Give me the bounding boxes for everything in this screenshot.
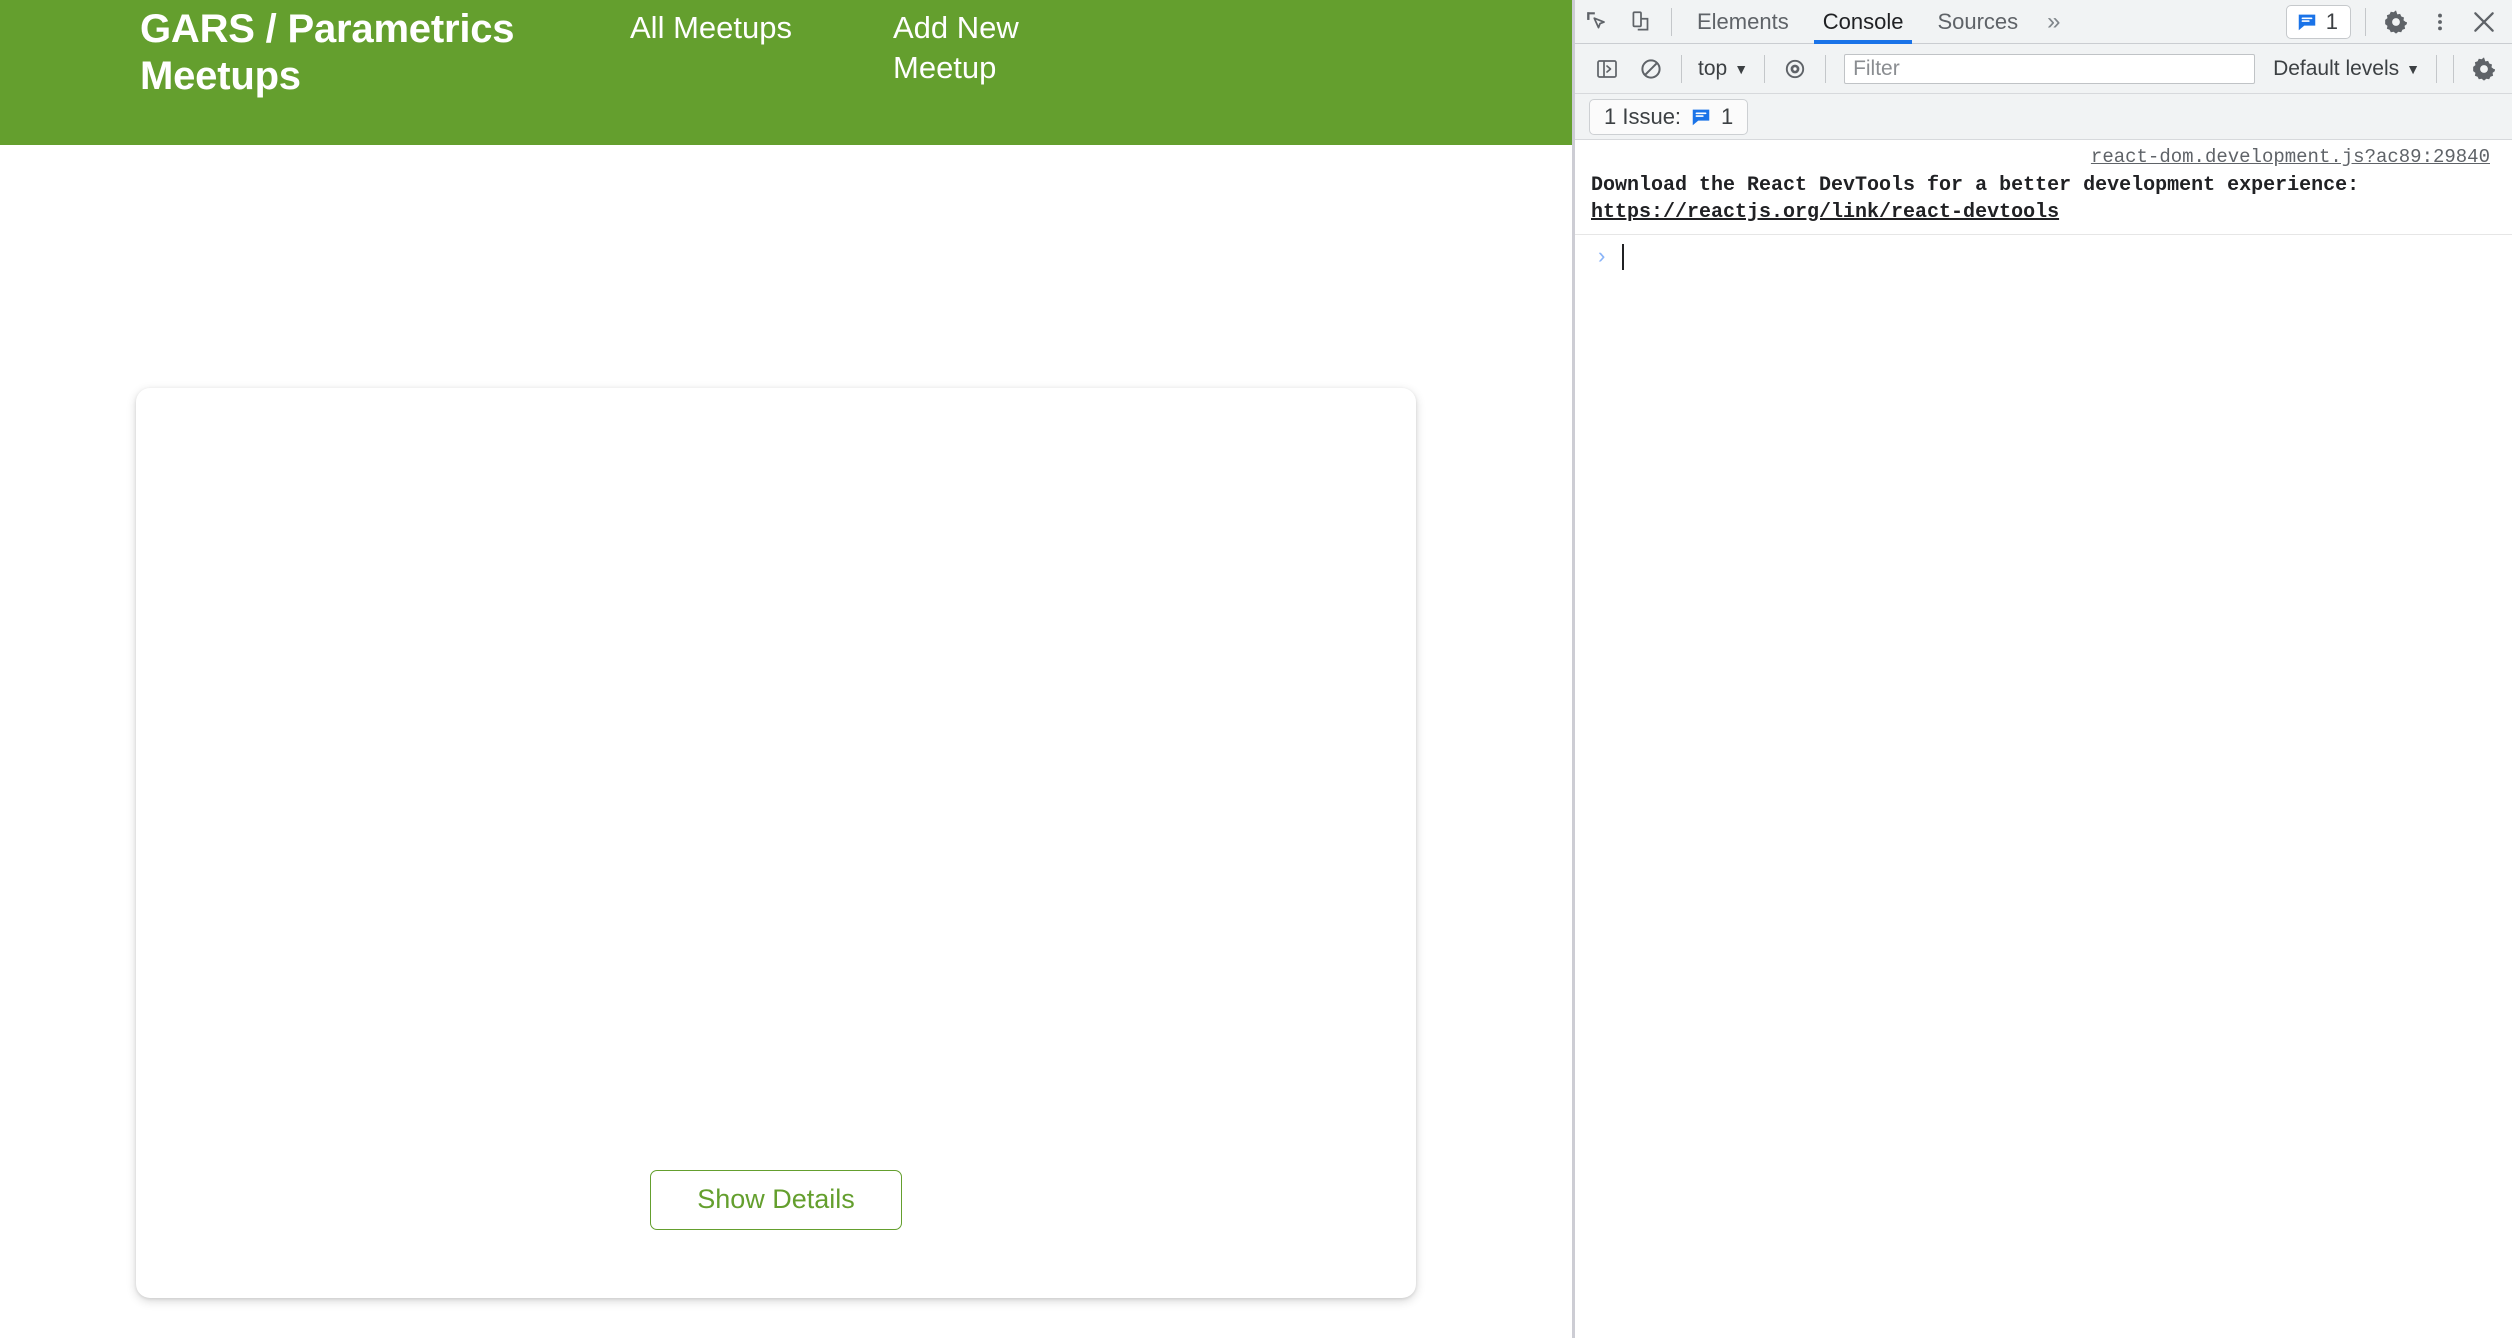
console-prompt[interactable]: ›: [1575, 235, 2512, 279]
kebab-menu-icon[interactable]: [2418, 2, 2462, 42]
chevron-down-icon-2: ▼: [2406, 60, 2420, 77]
inspect-element-icon[interactable]: [1575, 2, 1619, 42]
console-settings-gear-icon[interactable]: [2462, 49, 2506, 89]
console-toolbar-divider-2: [1764, 54, 1766, 83]
devtools-tabbar-right: 1: [2285, 2, 2512, 42]
nav-link-all-meetups[interactable]: All Meetups: [630, 6, 793, 48]
issues-bar-count: 1: [1721, 103, 1734, 129]
console-message: react-dom.development.js?ac89:29840 Down…: [1575, 140, 2512, 235]
devtools-panel: Elements Console Sources » 1 top ▼ Filte…: [1572, 0, 2512, 1338]
console-prompt-caret: [1622, 244, 1625, 270]
issues-bar-label: 1 Issue:: [1604, 103, 1682, 129]
console-toolbar-divider-4: [2436, 54, 2437, 83]
tab-sources[interactable]: Sources: [1920, 0, 2035, 44]
toolbar-divider: [1671, 7, 1672, 36]
close-icon[interactable]: [2462, 2, 2506, 42]
browser-window: GARS / Parametrics Meetups All Meetups A…: [0, 0, 2512, 1338]
issues-counter-button[interactable]: 1: [2285, 4, 2351, 39]
issues-bar: 1 Issue: 1: [1575, 94, 2512, 140]
console-context-value: top: [1698, 56, 1728, 80]
eye-icon[interactable]: [1773, 49, 1817, 89]
main-navigation: All Meetups Add New Meetup: [630, 6, 1083, 87]
issues-counter-value: 1: [2325, 8, 2338, 34]
console-toolbar-divider-3: [1825, 54, 1827, 83]
console-filter-input[interactable]: [1844, 53, 2256, 84]
site-header: GARS / Parametrics Meetups All Meetups A…: [0, 0, 1572, 145]
console-levels-selector[interactable]: Default levels ▼: [2265, 54, 2428, 84]
console-sidebar-icon[interactable]: [1585, 49, 1629, 89]
more-tabs-icon[interactable]: »: [2035, 8, 2072, 36]
page-main-content: Show Details: [0, 145, 1572, 1338]
show-details-button[interactable]: Show Details: [650, 1170, 902, 1230]
toolbar-divider-2: [2365, 7, 2366, 36]
meetup-card-actions: Show Details: [136, 1170, 1416, 1230]
meetup-card: Show Details: [136, 388, 1416, 1298]
device-toggle-icon[interactable]: [1619, 2, 1663, 42]
console-toolbar-divider-1: [1681, 54, 1682, 83]
issue-message-icon: [2298, 14, 2315, 30]
tab-elements[interactable]: Elements: [1680, 0, 1806, 44]
console-message-list: react-dom.development.js?ac89:29840 Down…: [1575, 140, 2512, 1338]
issues-bar-chip[interactable]: 1 Issue: 1: [1589, 98, 1749, 135]
console-prompt-arrow-icon: ›: [1595, 244, 1609, 270]
gear-icon[interactable]: [2374, 2, 2418, 42]
console-message-source[interactable]: react-dom.development.js?ac89:29840: [2091, 145, 2490, 171]
devtools-tabbar: Elements Console Sources » 1: [1575, 0, 2512, 44]
issue-message-icon-2: [1692, 109, 1710, 125]
page-title: GARS / Parametrics Meetups: [140, 7, 515, 98]
console-toolbar-divider-5: [2453, 54, 2454, 83]
console-toolbar: top ▼ Default levels ▼: [1575, 44, 2512, 94]
console-context-selector[interactable]: top ▼: [1690, 54, 1756, 84]
nav-link-add-new-meetup[interactable]: Add New Meetup: [893, 6, 1083, 87]
meetup-card-image: [136, 388, 1416, 1170]
console-message-link[interactable]: https://reactjs.org/link/react-devtools: [1591, 201, 2059, 224]
tab-console[interactable]: Console: [1806, 0, 1921, 44]
console-levels-value: Default levels: [2273, 56, 2400, 80]
web-page-viewport: GARS / Parametrics Meetups All Meetups A…: [0, 0, 1572, 1338]
chevron-down-icon: ▼: [1734, 60, 1749, 77]
clear-console-icon[interactable]: [1629, 49, 1673, 89]
